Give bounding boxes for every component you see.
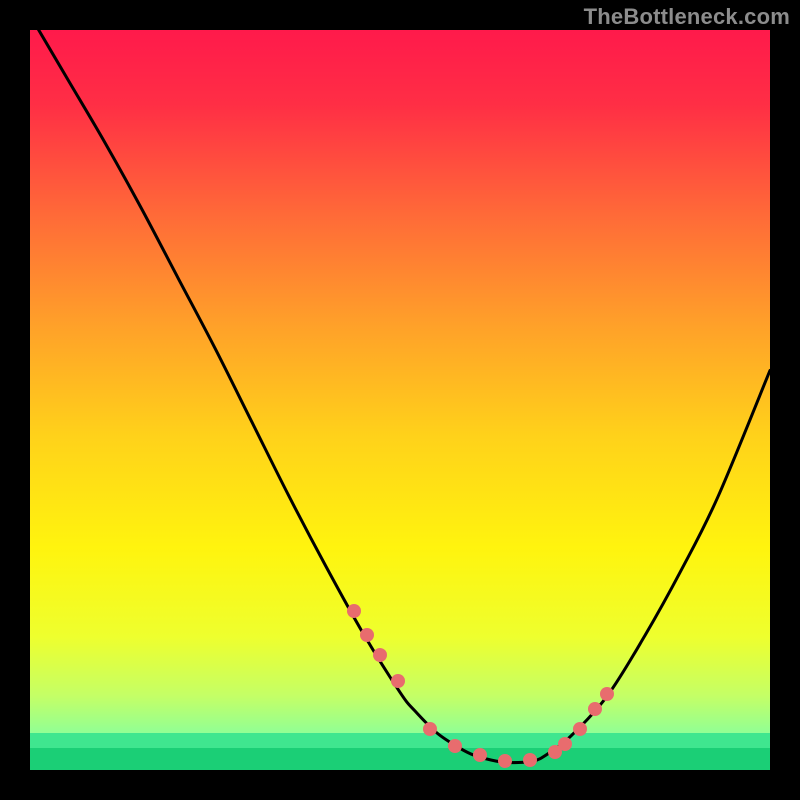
threshold-marker	[600, 687, 614, 701]
threshold-marker	[347, 604, 361, 618]
threshold-marker	[573, 722, 587, 736]
chart-frame: TheBottleneck.com	[0, 0, 800, 800]
threshold-marker	[448, 739, 462, 753]
threshold-marker	[423, 722, 437, 736]
threshold-marker	[558, 737, 572, 751]
threshold-marker	[360, 628, 374, 642]
threshold-markers	[30, 30, 770, 770]
threshold-marker	[373, 648, 387, 662]
plot-area	[30, 30, 770, 770]
threshold-marker	[498, 754, 512, 768]
attribution-label: TheBottleneck.com	[584, 4, 790, 30]
threshold-marker	[523, 753, 537, 767]
threshold-marker	[473, 748, 487, 762]
threshold-marker	[391, 674, 405, 688]
threshold-marker	[588, 702, 602, 716]
